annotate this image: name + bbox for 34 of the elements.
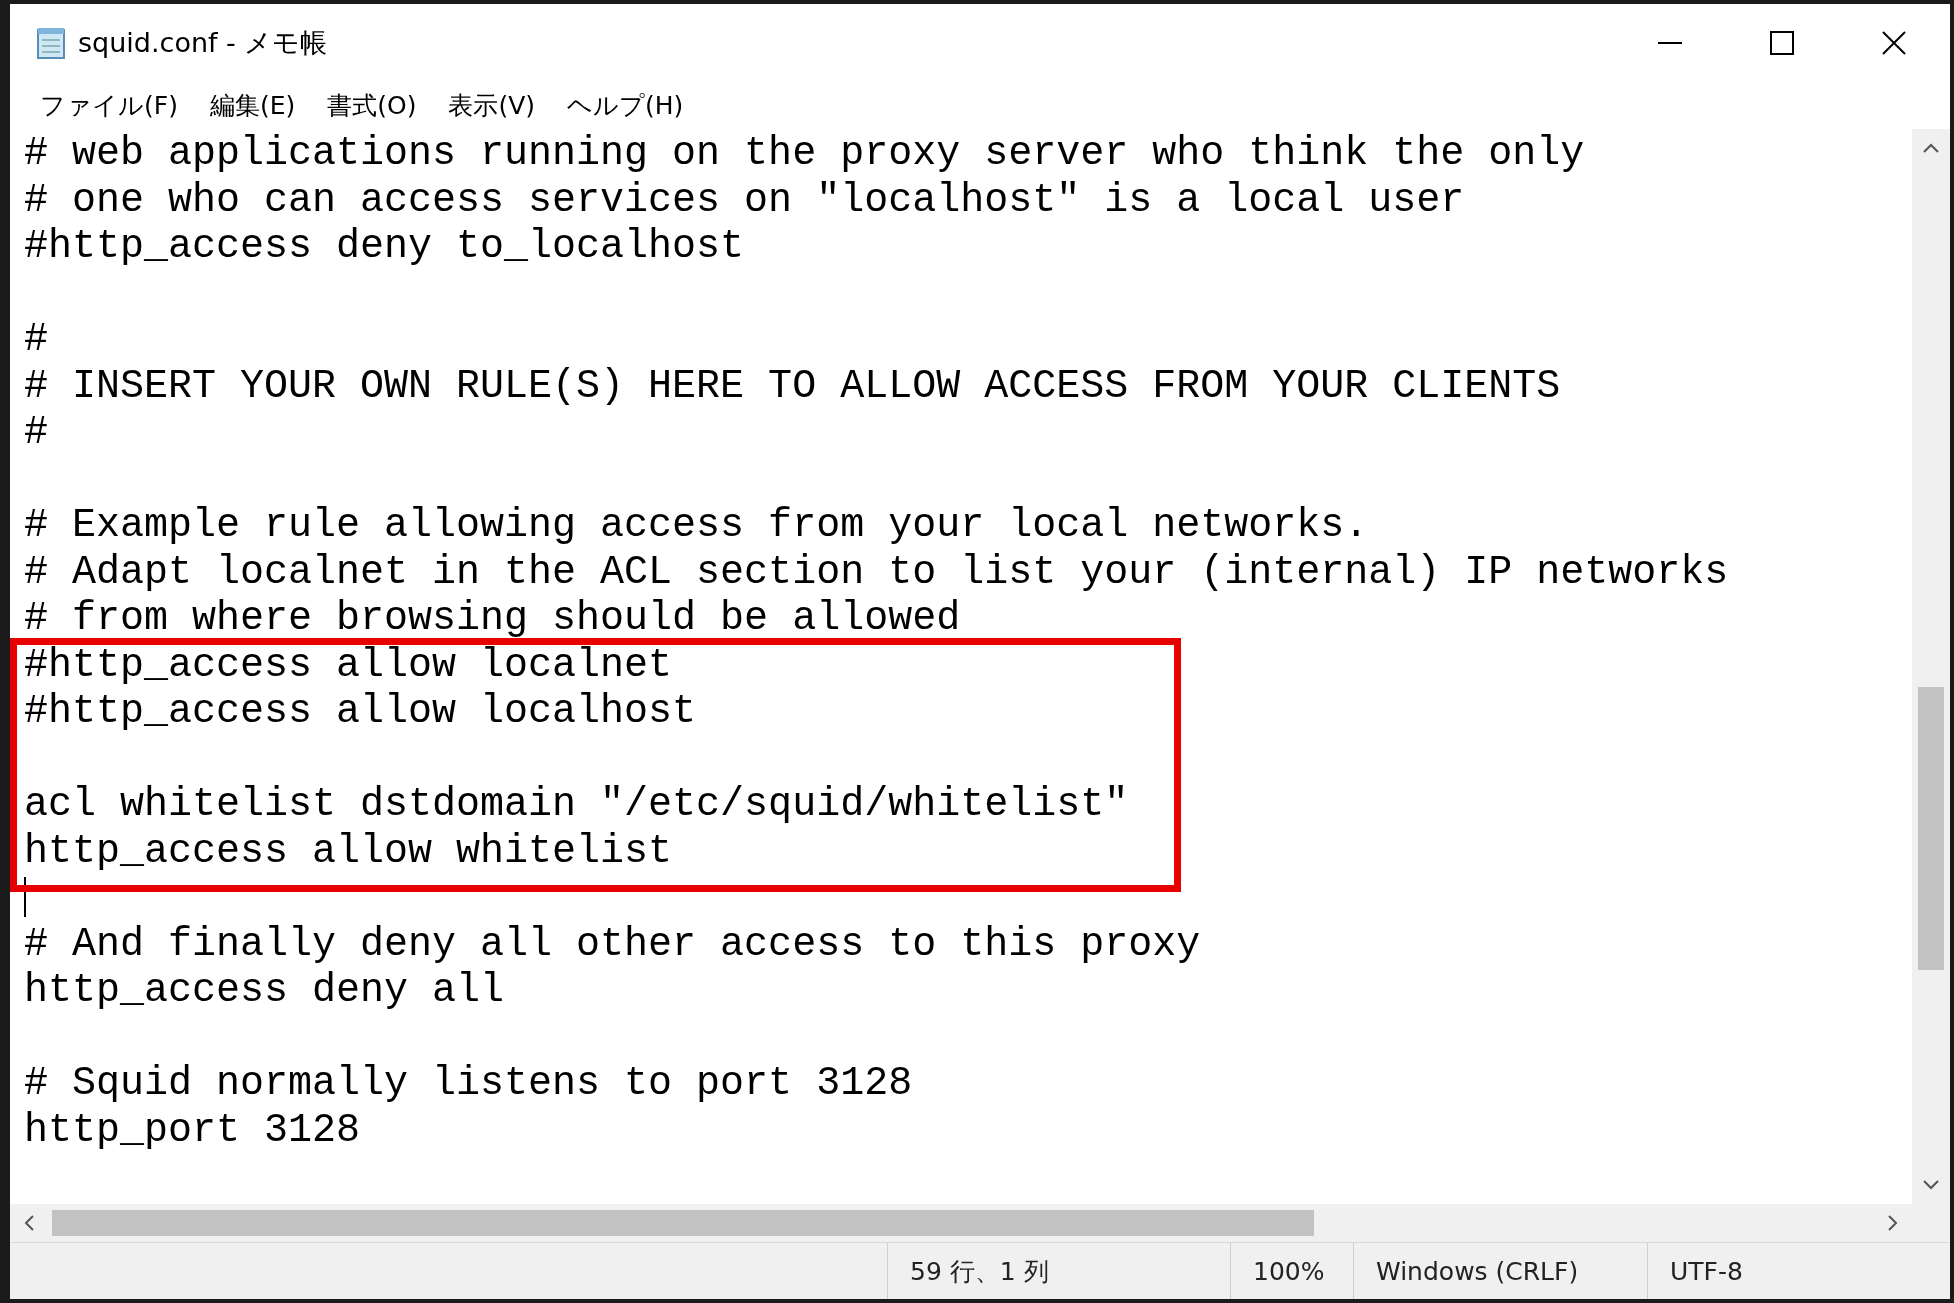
menu-item[interactable]: ファイル(F)	[26, 84, 192, 126]
menu-item[interactable]: ヘルプ(H)	[553, 84, 698, 126]
code-line: # Adapt localnet in the ACL section to list your (internal) IP networks	[24, 549, 1729, 595]
menu-item[interactable]: 表示(V)	[434, 84, 549, 126]
close-icon	[1881, 29, 1907, 56]
code-line: #http_access allow localhost	[24, 689, 697, 734]
maximize-icon	[1769, 29, 1795, 56]
code-line: #http_access deny to_localhost	[24, 224, 745, 269]
code-line: #http_access allow localnet	[24, 642, 673, 688]
vertical-scroll-thumb[interactable]	[1918, 687, 1944, 970]
menu-item[interactable]: 編集(E)	[195, 84, 310, 126]
code-line: # And finally deny all other access to this proxy	[24, 921, 1201, 967]
code-line: # from where browsing should be allowed	[24, 596, 961, 641]
code-line: http_port 3128	[24, 1107, 361, 1153]
text-caret	[24, 877, 26, 918]
menu-item[interactable]: 書式(O)	[313, 84, 431, 126]
code-line: # one who can access services on "localhost" is a local user	[24, 177, 1465, 223]
cursor-position: 59 行、1 列	[910, 1255, 1049, 1288]
code-line: http_access deny all	[24, 968, 505, 1013]
zoom-level: 100%	[1253, 1256, 1325, 1286]
code-line: # Squid normally listens to port 3128	[24, 1061, 913, 1106]
minimize-icon	[1657, 41, 1683, 44]
code-line: # Example rule allowing access from your local networks.	[24, 503, 1369, 548]
code-line: #	[24, 410, 48, 455]
window-title: squid.conf - メモ帳	[78, 25, 329, 60]
horizontal-scroll-thumb[interactable]	[52, 1210, 1314, 1236]
code-line: # INSERT YOUR OWN RULE(S) HERE TO ALLOW ACCESS FROM YOUR CLIENTS	[24, 363, 1561, 409]
line-ending: Windows (CRLF)	[1376, 1256, 1579, 1286]
code-line: acl whitelist dstdomain "/etc/squid/whitelist"	[24, 782, 1129, 827]
code-line: http_access allow whitelist	[24, 828, 673, 874]
notepad-icon	[34, 25, 68, 60]
code-line: # web applications running on the proxy server who think the only	[24, 131, 1585, 176]
code-line: #	[24, 317, 48, 362]
encoding: UTF-8	[1670, 1256, 1743, 1286]
